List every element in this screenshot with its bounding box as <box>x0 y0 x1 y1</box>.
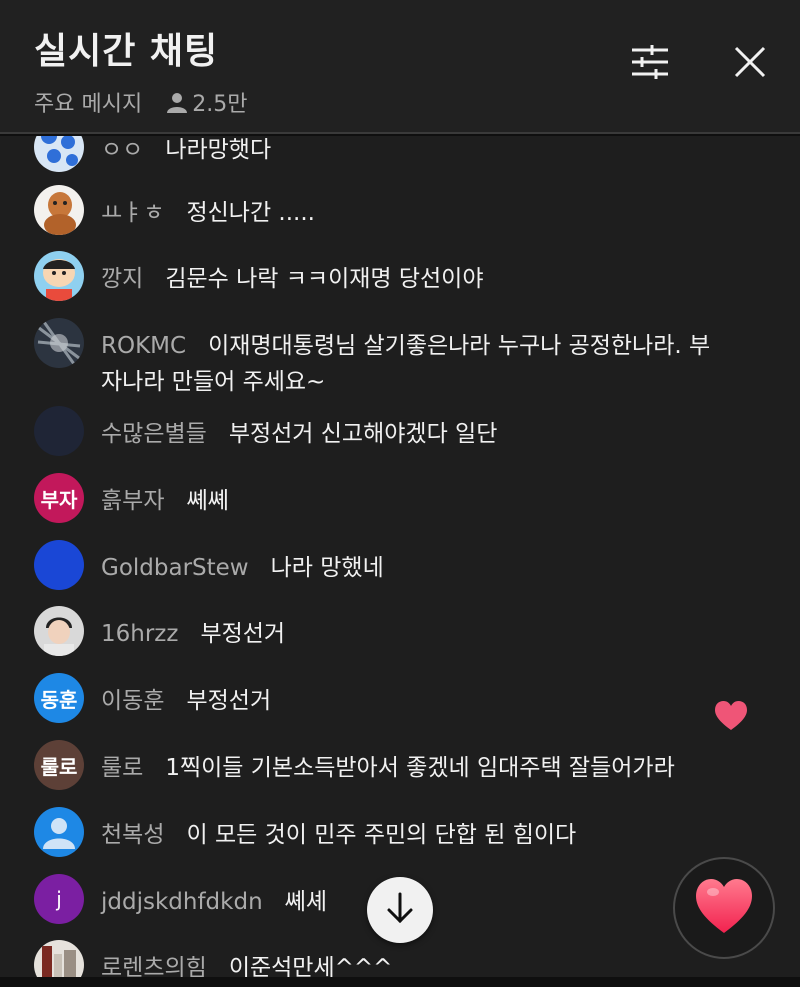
chat-message-list[interactable]: ㅇㅇ 나라망햇다 ㅛㅑㅎ 정신나간 ..... 깡지 김문수 나락 ㅋㅋ이재명 당선이… <box>0 136 800 987</box>
message-author[interactable]: ROKMC <box>101 333 186 359</box>
avatar: 부자 <box>34 473 84 523</box>
message-author[interactable]: 룰로 <box>101 755 143 781</box>
message-text: 1찍이들 기본소득받아서 좋겠네 임대주택 잘들어가라 <box>165 755 675 781</box>
message-text: 이재명대통령님 살기좋은나라 누구나 공정한나라. 부자나라 만들어 주세요~ <box>101 333 711 395</box>
chat-mode-dropdown[interactable]: 주요 메시지 <box>34 86 142 118</box>
message-text: 정신나간 ..... <box>186 200 315 226</box>
chat-mode-row: 주요 메시지 2.5만 <box>34 86 247 118</box>
heart-icon <box>714 700 748 732</box>
message-author[interactable]: 깡지 <box>101 266 143 292</box>
message-author[interactable]: 16hrzz <box>101 621 178 647</box>
message-text: 부정선거 신고해야겠다 일단 <box>228 421 498 447</box>
message-text: 부정선거 <box>186 688 272 714</box>
avatar <box>34 540 84 590</box>
message-author[interactable]: 천복성 <box>101 822 164 848</box>
chat-title: 실시간 채팅 <box>34 31 219 72</box>
arrow-down-icon <box>382 890 418 930</box>
avatar <box>34 251 84 301</box>
avatar <box>34 606 84 656</box>
avatar <box>34 406 84 456</box>
viewer-count: 2.5만 <box>192 92 248 117</box>
avatar: j <box>34 874 84 924</box>
message-text: 이 모든 것이 민주 주민의 단합 된 힘이다 <box>186 822 577 848</box>
person-icon <box>166 91 188 113</box>
avatar <box>34 318 84 368</box>
message-author[interactable]: 수많은별들 <box>101 421 207 447</box>
filter-button[interactable] <box>626 40 674 88</box>
avatar: 동훈 <box>34 673 84 723</box>
message-author[interactable]: 흙부자 <box>101 488 164 514</box>
scroll-to-bottom-button[interactable] <box>367 877 433 943</box>
message-author[interactable]: ㅛㅑㅎ <box>101 200 164 226</box>
chat-header: 실시간 채팅 주요 메시지 2.5만 <box>0 0 800 134</box>
heart-icon <box>694 877 754 939</box>
message-text: 나라 망했네 <box>270 555 384 581</box>
bottom-edge <box>0 977 800 987</box>
message-author[interactable]: GoldbarStew <box>101 555 249 581</box>
reaction-button[interactable] <box>673 857 775 959</box>
avatar: 룰로 <box>34 740 84 790</box>
message-author[interactable]: jddjskdhfdkdn <box>101 889 263 915</box>
sliders-icon <box>630 44 670 84</box>
message-text: 김문수 나락 ㅋㅋ이재명 당선이야 <box>165 266 484 292</box>
message-text: 나라망햇다 <box>165 137 272 163</box>
message-author[interactable]: ㅇㅇ <box>101 137 143 163</box>
avatar <box>34 136 84 172</box>
message-author[interactable]: 이동훈 <box>101 688 164 714</box>
message-text: 쎼쎼 <box>186 488 229 514</box>
avatar <box>34 185 84 235</box>
close-icon <box>733 45 767 83</box>
close-button[interactable] <box>726 40 774 88</box>
message-text: 쎼셰 <box>284 889 327 915</box>
message-text: 부정선거 <box>200 621 286 647</box>
avatar <box>34 807 84 857</box>
